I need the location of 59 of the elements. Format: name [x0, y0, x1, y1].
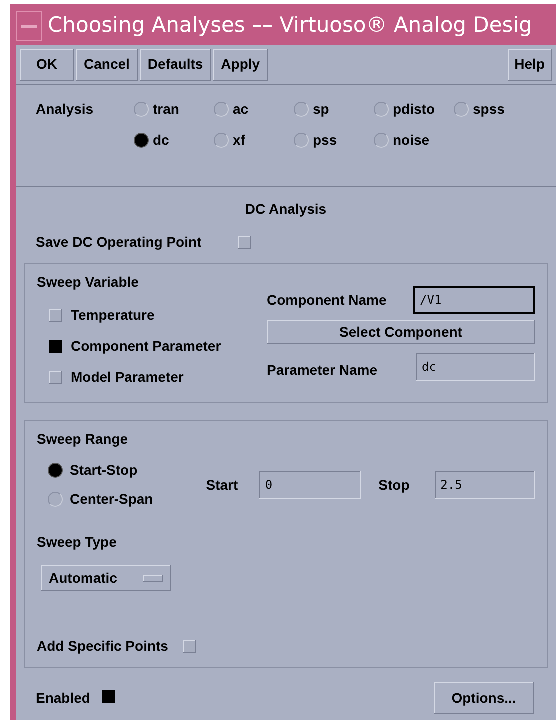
minus-icon [21, 24, 37, 28]
group-title: Sweep Variable [37, 273, 140, 292]
window-title: Choosing Analyses –– Virtuoso® Analog Desig [48, 12, 532, 40]
checkbox-label: Enabled [36, 688, 90, 708]
radio-label: ac [233, 100, 249, 119]
checkbox[interactable] [183, 640, 196, 653]
option-menu-icon [143, 574, 163, 582]
toolbar-button[interactable]: Apply [213, 48, 268, 80]
radio-button[interactable] [374, 102, 389, 117]
options-button[interactable]: Options... [434, 682, 534, 714]
toolbar-button[interactable]: Cancel [76, 48, 138, 80]
select-component-button[interactable]: Select Component [267, 320, 535, 344]
window-menu-button[interactable] [16, 11, 42, 41]
radio-button[interactable] [134, 102, 149, 117]
section-title: DC Analysis [245, 200, 327, 219]
radio-button[interactable] [214, 102, 229, 117]
radio-label: Start-Stop [70, 461, 138, 480]
radio-label: Center-Span [70, 490, 154, 509]
parameter-name-field[interactable]: dc [416, 352, 535, 380]
radio-label: tran [153, 100, 180, 119]
component-name-field[interactable]: /V1 [413, 286, 535, 314]
checkbox-label: Save DC Operating Point [36, 233, 202, 252]
field-label: Start [206, 476, 240, 494]
checkbox[interactable] [49, 371, 62, 384]
stop-field[interactable]: 2.5 [434, 471, 535, 499]
checkbox-label: Model Parameter [71, 368, 184, 387]
radio-button[interactable] [294, 133, 309, 148]
radio-button[interactable] [48, 463, 63, 478]
radio-button[interactable] [374, 133, 389, 148]
checkbox[interactable] [102, 690, 116, 702]
checkbox-label: Temperature [71, 306, 155, 325]
group-title: Sweep Type [37, 533, 118, 552]
checkbox-label: Component Parameter [71, 337, 222, 356]
sweep-type-dropdown[interactable]: Automatic [41, 565, 171, 591]
radio-label: sp [313, 100, 330, 119]
radio-button[interactable] [214, 133, 229, 148]
radio-button[interactable] [48, 492, 63, 507]
radio-label: spss [473, 100, 505, 119]
checkbox[interactable] [49, 340, 62, 353]
field-label: Component Name [267, 290, 388, 310]
analysis-label: Analysis [36, 100, 95, 119]
radio-button[interactable] [294, 102, 309, 117]
checkbox-label: Add Specific Points [37, 637, 168, 656]
radio-button[interactable] [134, 133, 149, 148]
radio-label: dc [153, 131, 170, 150]
toolbar-button[interactable]: Defaults [140, 48, 212, 80]
start-field[interactable]: 0 [259, 471, 361, 499]
radio-label: pss [313, 131, 338, 150]
field-label: Parameter Name [267, 361, 379, 380]
toolbar-button[interactable]: OK [20, 48, 74, 80]
checkbox[interactable] [238, 236, 251, 249]
radio-label: pdisto [393, 100, 435, 119]
group-title: Sweep Range [37, 430, 130, 449]
radio-label: noise [393, 131, 430, 150]
radio-button[interactable] [454, 102, 469, 117]
checkbox[interactable] [49, 309, 62, 322]
help-button[interactable]: Help [508, 48, 552, 80]
field-label: Stop [378, 476, 411, 495]
radio-label: xf [233, 131, 246, 150]
